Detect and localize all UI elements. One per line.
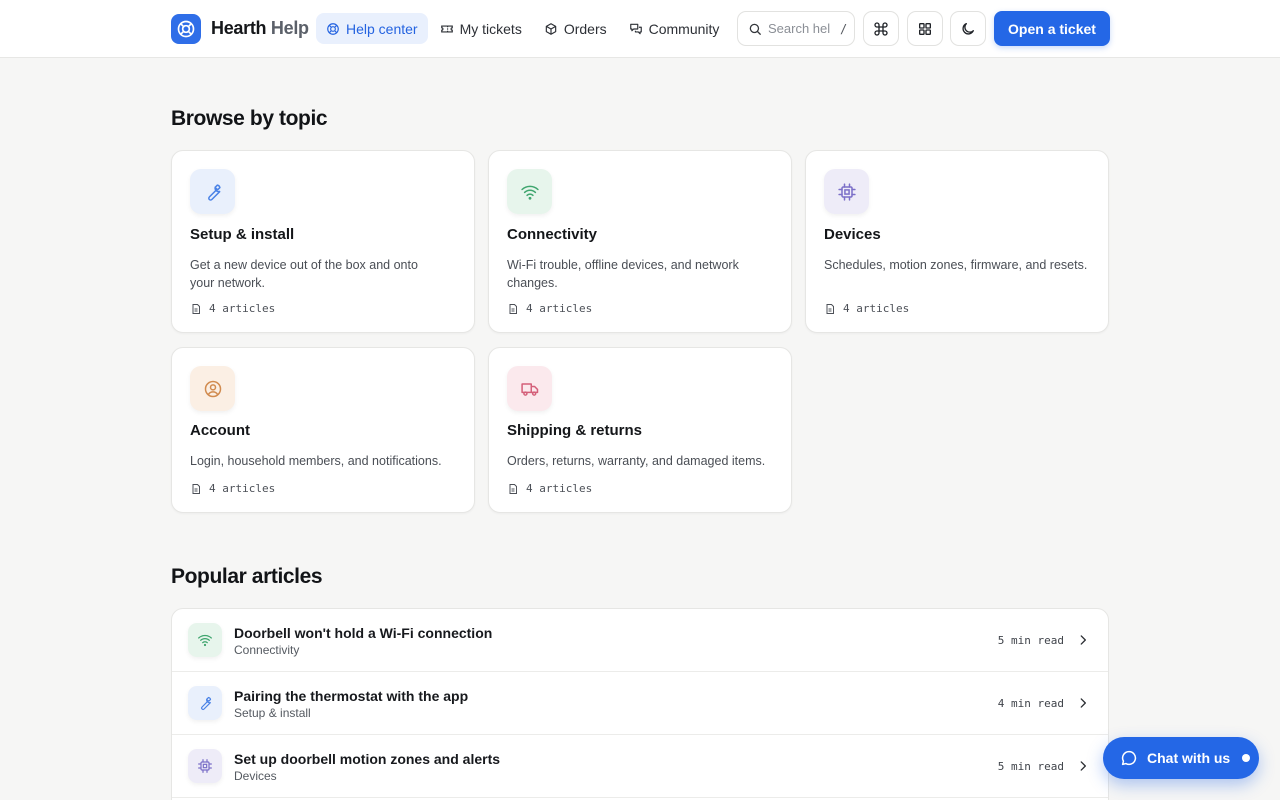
chat-bubble-icon (1121, 750, 1137, 766)
topic-count-label: 4 articles (209, 302, 276, 315)
topic-count-label: 4 articles (526, 302, 593, 315)
topic-article-count: 4 articles (824, 302, 909, 315)
nav-help-center[interactable]: Help center (316, 13, 428, 44)
topic-article-count: 4 articles (190, 302, 275, 315)
topic-description: Wi-Fi trouble, offline devices, and netw… (507, 258, 739, 290)
nav-label: My tickets (459, 20, 522, 37)
topic-card-shipping-returns[interactable]: Shipping & returns Orders, returns, warr… (488, 347, 792, 513)
chevron-right-icon (1080, 635, 1086, 645)
nav-community[interactable]: Community (619, 13, 730, 44)
command-palette-button[interactable] (863, 11, 899, 46)
topic-title: Devices (824, 226, 881, 243)
document-icon (192, 483, 200, 494)
lifebuoy-icon (327, 22, 339, 35)
open-ticket-button[interactable]: Open a ticket (994, 11, 1110, 46)
package-icon (545, 22, 557, 35)
topic-title: Account (190, 422, 250, 439)
search-icon (749, 23, 761, 35)
chevron-right-icon (1080, 698, 1086, 708)
article-title: Doorbell won't hold a Wi-Fi connection (234, 625, 493, 641)
document-icon (509, 303, 517, 314)
topic-article-count: 4 articles (507, 482, 592, 495)
document-icon (509, 483, 517, 494)
article-category: Devices (234, 769, 277, 783)
chat-button-label: Chat with us (1147, 750, 1231, 766)
ticket-icon (440, 25, 453, 32)
lifebuoy-logo-icon (171, 13, 201, 44)
topic-article-count: 4 articles (190, 482, 275, 495)
topic-count-label: 4 articles (209, 482, 276, 495)
chat-bubbles-icon (629, 23, 642, 34)
command-icon (874, 21, 888, 36)
topic-count-label: 4 articles (843, 302, 910, 315)
brand[interactable]: Hearth Help (171, 13, 309, 44)
article-read-time: 5 min read (997, 634, 1064, 647)
apps-grid-button[interactable] (907, 11, 943, 46)
chat-with-us-button[interactable]: Chat with us (1103, 737, 1259, 779)
browse-section-title: Browse by topic (171, 107, 328, 130)
topic-description: Login, household members, and notificati… (190, 454, 442, 468)
top-navigation-bar: Hearth Help Help center My tickets Order… (0, 0, 1280, 58)
wrench-icon (190, 169, 235, 214)
wifi-icon (507, 169, 552, 214)
article-title: Set up doorbell motion zones and alerts (234, 751, 501, 767)
moon-icon (962, 22, 974, 35)
topic-title: Shipping & returns (507, 422, 642, 439)
topic-card-setup-install[interactable]: Setup & install Get a new device out of … (171, 150, 475, 333)
nav-orders[interactable]: Orders (534, 13, 617, 44)
topic-card-account[interactable]: Account Login, household members, and no… (171, 347, 475, 513)
article-read-time: 5 min read (997, 760, 1064, 773)
article-row[interactable]: Set up doorbell motion zones and alerts … (172, 735, 1108, 798)
topic-title: Connectivity (507, 226, 598, 243)
topic-card-devices[interactable]: Devices Schedules, motion zones, firmwar… (805, 150, 1109, 333)
article-title: Pairing the thermostat with the app (234, 688, 469, 704)
topic-count-label: 4 articles (526, 482, 593, 495)
search-box[interactable]: / (737, 11, 855, 46)
document-icon (826, 303, 834, 314)
nav-my-tickets[interactable]: My tickets (430, 13, 532, 44)
grid-icon (919, 22, 931, 35)
nav-label: Community (648, 20, 720, 37)
main-nav: Help center My tickets Orders Community (316, 13, 729, 44)
wrench-icon (188, 686, 222, 720)
brand-name-secondary: Help (266, 18, 309, 38)
article-category: Connectivity (234, 643, 300, 657)
topic-description: Schedules, motion zones, firmware, and r… (824, 258, 1088, 272)
article-category: Setup & install (234, 706, 311, 720)
dark-mode-toggle[interactable] (950, 11, 986, 46)
nav-label: Help center (346, 20, 418, 37)
topic-title: Setup & install (190, 226, 295, 243)
brand-name: Hearth Help (211, 18, 309, 39)
article-read-time: 4 min read (997, 697, 1064, 710)
popular-section-title: Popular articles (171, 565, 323, 588)
online-status-dot (1242, 754, 1251, 762)
user-circle-icon (190, 366, 235, 411)
nav-label: Orders (563, 20, 607, 37)
truck-icon (507, 366, 552, 411)
popular-articles-list: Doorbell won't hold a Wi-Fi connection C… (171, 608, 1109, 800)
document-icon (192, 303, 200, 314)
topic-grid: Setup & install Get a new device out of … (171, 150, 1109, 513)
topic-card-connectivity[interactable]: Connectivity Wi-Fi trouble, offline devi… (488, 150, 792, 333)
brand-name-primary: Hearth (211, 18, 267, 38)
article-row[interactable]: Doorbell won't hold a Wi-Fi connection C… (172, 609, 1108, 672)
article-row[interactable]: Pairing the thermostat with the app Setu… (172, 672, 1108, 735)
chip-icon (188, 749, 222, 783)
wifi-icon (188, 623, 222, 657)
chevron-right-icon (1080, 761, 1086, 771)
topic-description: Get a new device out of the box and onto… (190, 258, 418, 290)
search-shortcut-hint: / (840, 21, 848, 36)
topic-article-count: 4 articles (507, 302, 592, 315)
chip-icon (824, 169, 869, 214)
search-input[interactable] (768, 21, 830, 36)
topic-description: Orders, returns, warranty, and damaged i… (507, 454, 766, 468)
